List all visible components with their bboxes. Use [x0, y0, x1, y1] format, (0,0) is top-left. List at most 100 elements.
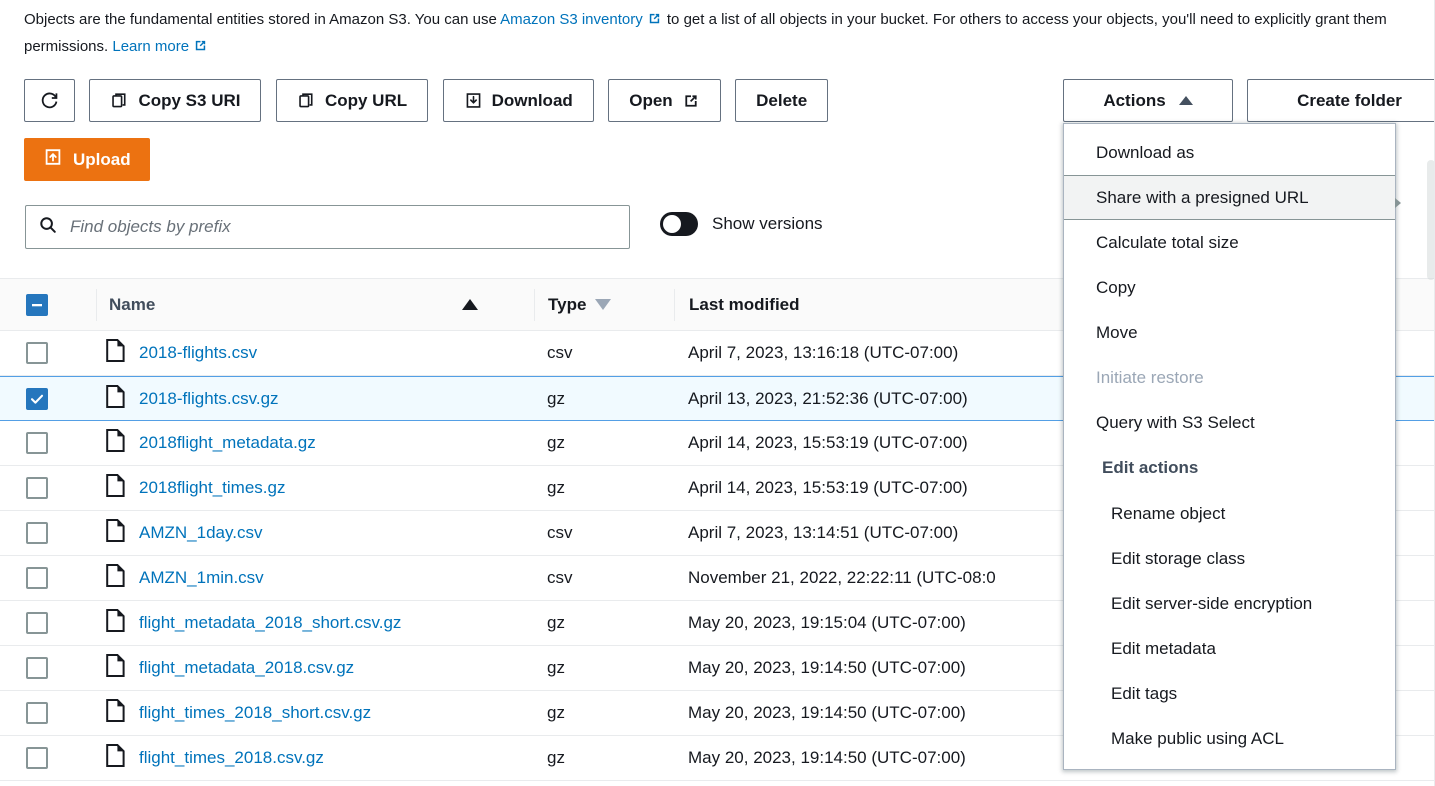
- row-select-cell[interactable]: [0, 657, 96, 679]
- upload-icon: [43, 147, 63, 172]
- row-select-cell[interactable]: [0, 522, 96, 544]
- row-name-cell: flight_metadata_2018.csv.gz: [96, 654, 534, 682]
- row-select-cell[interactable]: [0, 432, 96, 454]
- menu-sub-item-label: Edit metadata: [1111, 639, 1216, 659]
- row-checkbox[interactable]: [26, 657, 48, 679]
- object-name-link[interactable]: 2018flight_times.gz: [139, 478, 285, 498]
- row-name-cell: 2018flight_times.gz: [96, 474, 534, 502]
- actions-menu-edit-list: Rename object Edit storage class Edit serv…: [1064, 491, 1395, 761]
- toggle-knob: [663, 215, 681, 233]
- download-label: Download: [492, 91, 573, 111]
- menu-sub-item[interactable]: Edit storage class: [1064, 536, 1395, 581]
- menu-sub-item[interactable]: Edit tags: [1064, 671, 1395, 716]
- row-select-cell[interactable]: [0, 702, 96, 724]
- actions-menu-primary-list: Download asShare with a presigned URLCal…: [1064, 130, 1395, 445]
- object-name-link[interactable]: flight_metadata_2018_short.csv.gz: [139, 613, 401, 633]
- sort-descending-icon: [595, 299, 611, 310]
- menu-item-label: Move: [1096, 323, 1138, 343]
- file-icon: [106, 429, 125, 457]
- menu-sub-item[interactable]: Edit server-side encryption: [1064, 581, 1395, 626]
- row-name-cell: flight_metadata_2018_short.csv.gz: [96, 609, 534, 637]
- select-all-checkbox[interactable]: [26, 294, 48, 316]
- actions-dropdown-menu: Download asShare with a presigned URLCal…: [1063, 123, 1396, 770]
- file-icon: [106, 609, 125, 637]
- menu-item[interactable]: Query with S3 Select: [1064, 400, 1395, 445]
- select-all-cell[interactable]: [0, 294, 96, 316]
- row-select-cell[interactable]: [0, 388, 96, 410]
- row-checkbox[interactable]: [26, 388, 48, 410]
- intro-text-part1: Objects are the fundamental entities sto…: [24, 11, 500, 28]
- object-name-link[interactable]: 2018-flights.csv: [139, 343, 257, 363]
- menu-item-label: Initiate restore: [1096, 368, 1204, 388]
- menu-item[interactable]: Move: [1064, 310, 1395, 355]
- refresh-button[interactable]: [24, 79, 75, 122]
- open-label: Open: [629, 91, 672, 111]
- row-checkbox[interactable]: [26, 747, 48, 769]
- row-select-cell[interactable]: [0, 747, 96, 769]
- object-name-link[interactable]: 2018-flights.csv.gz: [139, 389, 279, 409]
- row-checkbox[interactable]: [26, 522, 48, 544]
- row-select-cell[interactable]: [0, 612, 96, 634]
- menu-sub-item-label: Rename object: [1111, 504, 1225, 524]
- search-input[interactable]: [68, 216, 617, 238]
- show-versions-label: Show versions: [712, 214, 823, 234]
- amazon-s3-inventory-link[interactable]: Amazon S3 inventory: [500, 11, 643, 28]
- menu-item-label: Query with S3 Select: [1096, 413, 1255, 433]
- row-checkbox[interactable]: [26, 567, 48, 589]
- menu-sub-item[interactable]: Make public using ACL: [1064, 716, 1395, 761]
- object-name-link[interactable]: AMZN_1min.csv: [139, 568, 264, 588]
- show-versions-toggle-row[interactable]: Show versions: [660, 212, 823, 236]
- learn-more-link[interactable]: Learn more: [112, 38, 189, 55]
- row-select-cell[interactable]: [0, 567, 96, 589]
- upload-button[interactable]: Upload: [24, 138, 150, 181]
- copy-icon: [110, 91, 129, 110]
- menu-item[interactable]: Share with a presigned URL: [1064, 175, 1395, 220]
- column-header-name[interactable]: Name: [96, 289, 534, 321]
- row-name-cell: 2018-flights.csv: [96, 339, 534, 367]
- menu-group-edit-actions: Edit actions: [1064, 445, 1395, 491]
- copy-url-label: Copy URL: [325, 91, 407, 111]
- copy-s3-uri-label: Copy S3 URI: [138, 91, 240, 111]
- download-button[interactable]: Download: [443, 79, 594, 122]
- object-name-link[interactable]: flight_times_2018.csv.gz: [139, 748, 324, 768]
- external-link-icon: [647, 8, 662, 23]
- row-checkbox[interactable]: [26, 702, 48, 724]
- row-name-cell: flight_times_2018_short.csv.gz: [96, 699, 534, 727]
- object-name-link[interactable]: flight_metadata_2018.csv.gz: [139, 658, 354, 678]
- menu-group-label: Edit actions: [1102, 458, 1198, 478]
- actions-button[interactable]: Actions: [1063, 79, 1233, 122]
- row-select-cell[interactable]: [0, 477, 96, 499]
- menu-item[interactable]: Calculate total size: [1064, 220, 1395, 265]
- chevron-up-icon: [1179, 96, 1193, 105]
- row-checkbox[interactable]: [26, 342, 48, 364]
- row-checkbox[interactable]: [26, 477, 48, 499]
- row-checkbox[interactable]: [26, 432, 48, 454]
- show-versions-toggle[interactable]: [660, 212, 698, 236]
- row-checkbox[interactable]: [26, 612, 48, 634]
- menu-sub-item[interactable]: Rename object: [1064, 491, 1395, 536]
- file-icon: [106, 339, 125, 367]
- menu-sub-item-label: Make public using ACL: [1111, 729, 1284, 749]
- copy-url-button[interactable]: Copy URL: [276, 79, 428, 122]
- object-name-link[interactable]: AMZN_1day.csv: [139, 523, 262, 543]
- column-header-name-label: Name: [109, 295, 155, 315]
- object-name-link[interactable]: 2018flight_metadata.gz: [139, 433, 316, 453]
- row-type-cell: csv: [534, 523, 674, 543]
- search-field[interactable]: [25, 205, 630, 249]
- column-header-type[interactable]: Type: [534, 289, 674, 321]
- object-name-link[interactable]: flight_times_2018_short.csv.gz: [139, 703, 371, 723]
- open-button[interactable]: Open: [608, 79, 720, 122]
- create-folder-button[interactable]: Create folder: [1247, 79, 1435, 122]
- menu-item[interactable]: Copy: [1064, 265, 1395, 310]
- row-type-cell: csv: [534, 343, 674, 363]
- copy-s3-uri-button[interactable]: Copy S3 URI: [89, 79, 261, 122]
- row-type-cell: gz: [534, 389, 674, 409]
- row-type-cell: gz: [534, 658, 674, 678]
- row-select-cell[interactable]: [0, 342, 96, 364]
- menu-sub-item-label: Edit server-side encryption: [1111, 594, 1312, 614]
- menu-item[interactable]: Download as: [1064, 130, 1395, 175]
- row-name-cell: flight_times_2018.csv.gz: [96, 744, 534, 772]
- menu-sub-item[interactable]: Edit metadata: [1064, 626, 1395, 671]
- delete-button[interactable]: Delete: [735, 79, 828, 122]
- file-icon: [106, 385, 125, 413]
